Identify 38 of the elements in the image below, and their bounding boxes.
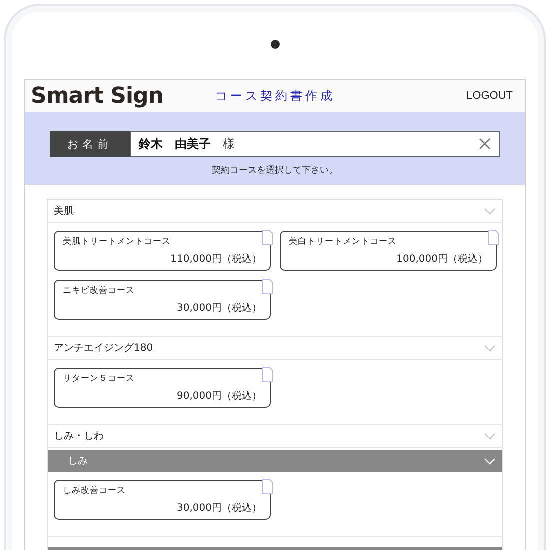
course-card[interactable]: しみ改善コース 30,000円（税込） <box>54 480 271 520</box>
name-label: お名前 <box>50 131 130 157</box>
category-title: アンチエイジング180 <box>54 342 154 355</box>
course-card[interactable]: 美白トリートメントコース 100,000円（税込） <box>280 231 497 271</box>
logo: Smart Sign <box>31 84 164 108</box>
course-card[interactable]: リターン５コース 90,000円（税込） <box>54 368 271 408</box>
course-card[interactable]: ニキビ改善コース 30,000円（税込） <box>54 280 271 320</box>
course-card[interactable]: 美肌トリートメントコース 110,000円（税込） <box>54 231 271 271</box>
camera-icon <box>270 40 280 49</box>
category-title: 美肌 <box>54 204 74 218</box>
document-icon <box>262 279 273 294</box>
course-name: 美白トリートメントコース <box>289 236 398 248</box>
course-name: ニキビ改善コース <box>63 285 136 297</box>
chevron-down-icon[interactable] <box>484 208 496 214</box>
document-icon <box>488 230 499 245</box>
customer-name: 鈴木 由美子 <box>139 136 211 152</box>
course-price: 110,000円（税込） <box>170 252 262 266</box>
category-title: しみ・しわ <box>54 430 104 443</box>
course-price: 30,000円（税込） <box>177 502 262 515</box>
course-name: リターン５コース <box>63 373 136 385</box>
course-price: 100,000円（税込） <box>396 252 488 266</box>
course-price: 30,000円（税込） <box>177 302 262 315</box>
course-name: 美肌トリートメントコース <box>63 236 172 248</box>
subcategory-title: しみ <box>68 455 88 468</box>
document-icon <box>262 367 273 382</box>
chevron-down-icon[interactable] <box>484 344 496 352</box>
close-icon[interactable] <box>479 138 491 150</box>
subcategory-header[interactable]: しみ <box>48 450 502 472</box>
instruction-text: 契約コースを選択して下さい。 <box>212 164 338 177</box>
chevron-down-icon[interactable] <box>484 432 496 440</box>
document-icon <box>262 479 273 494</box>
page-title: コース契約書作成 <box>215 88 336 104</box>
honorific: 様 <box>223 136 235 152</box>
course-price: 90,000円（税込） <box>177 390 262 403</box>
document-icon <box>262 230 273 245</box>
course-name: しみ改善コース <box>63 485 127 497</box>
name-field[interactable]: 鈴木 由美子 様 <box>130 131 500 157</box>
logout-button[interactable]: LOGOUT <box>466 90 513 102</box>
